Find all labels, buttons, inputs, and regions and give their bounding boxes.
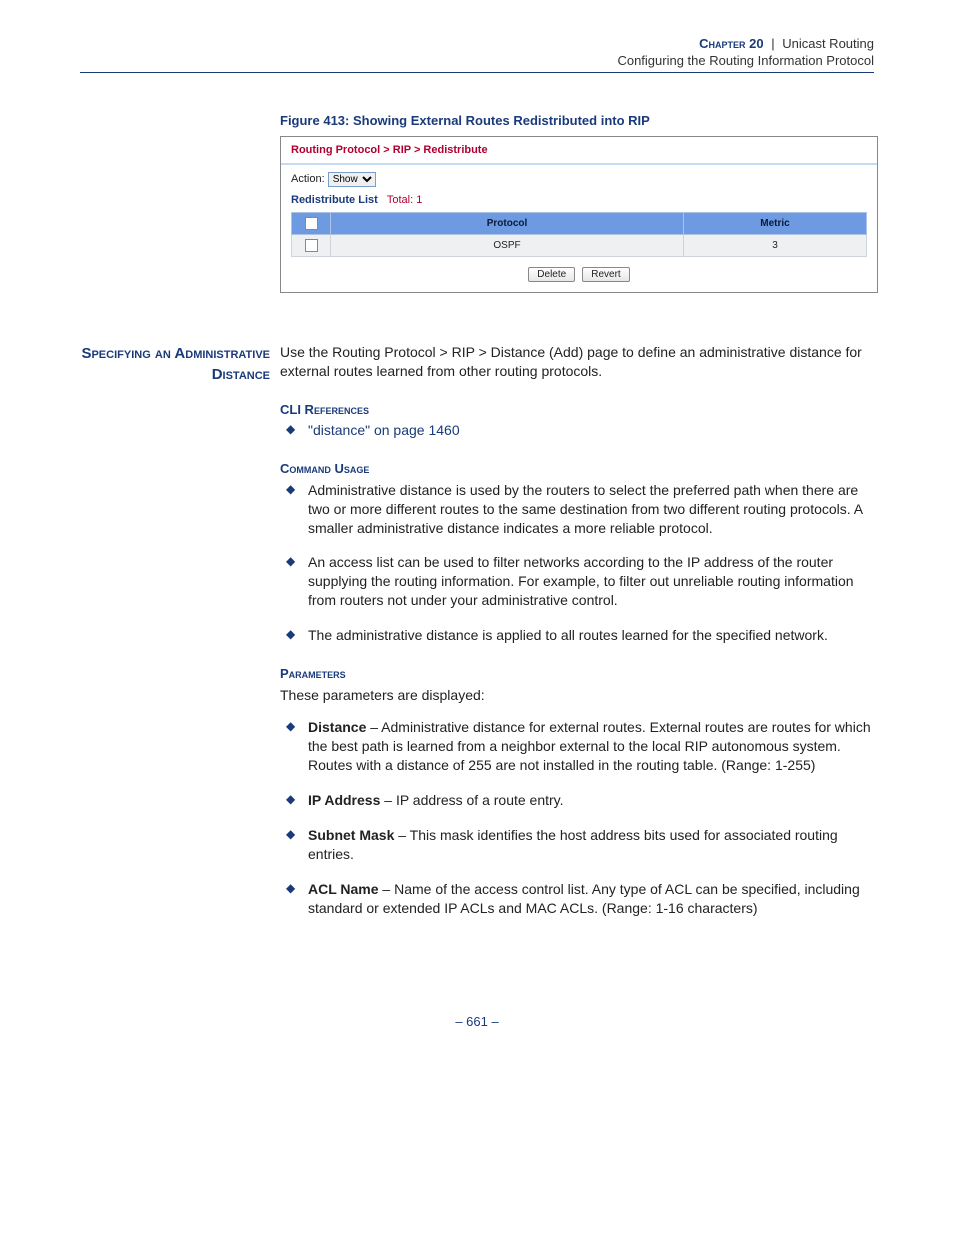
list-item: Administrative distance is used by the r… xyxy=(280,481,874,538)
intro-paragraph: Use the Routing Protocol > RIP > Distanc… xyxy=(280,343,874,381)
param-name: IP Address xyxy=(308,792,380,808)
figure-block: Figure 413: Showing External Routes Redi… xyxy=(280,113,874,293)
page: Chapter 20 | Unicast Routing Configuring… xyxy=(0,0,954,1089)
table-buttons: Delete Revert xyxy=(281,267,877,292)
table-wrap: Protocol Metric OSPF 3 xyxy=(281,212,877,267)
chapter-label: Chapter 20 xyxy=(699,36,763,51)
list-item: IP Address – IP address of a route entry… xyxy=(280,791,874,810)
param-desc: – Administrative distance for external r… xyxy=(308,719,871,773)
embedded-ui-screenshot: Routing Protocol > RIP > Redistribute Ac… xyxy=(280,136,878,293)
list-heading-row: Redistribute List Total: 1 xyxy=(281,194,877,212)
revert-button[interactable]: Revert xyxy=(582,267,629,282)
cli-references-list: "distance" on page 1460 xyxy=(280,421,874,440)
action-select[interactable]: Show xyxy=(328,172,376,187)
page-number: – 661 – xyxy=(80,1014,874,1029)
header-checkbox-cell xyxy=(292,213,331,235)
row-checkbox-cell xyxy=(292,235,331,257)
list-item: Distance – Administrative distance for e… xyxy=(280,718,874,775)
cli-references-heading: CLI References xyxy=(280,401,874,419)
list-item: An access list can be used to filter net… xyxy=(280,553,874,610)
parameters-list: Distance – Administrative distance for e… xyxy=(280,718,874,917)
chapter-separator: | xyxy=(771,36,774,51)
section: Specifying an Administrative Distance Us… xyxy=(80,343,874,934)
col-protocol: Protocol xyxy=(331,213,684,235)
cell-protocol: OSPF xyxy=(331,235,684,257)
command-usage-list: Administrative distance is used by the r… xyxy=(280,481,874,645)
command-usage-heading: Command Usage xyxy=(280,460,874,478)
parameters-intro: These parameters are displayed: xyxy=(280,686,874,705)
col-metric: Metric xyxy=(684,213,867,235)
select-all-checkbox[interactable] xyxy=(305,217,318,230)
param-desc: – IP address of a route entry. xyxy=(380,792,563,808)
list-item: ACL Name – Name of the access control li… xyxy=(280,880,874,918)
list-item: Subnet Mask – This mask identifies the h… xyxy=(280,826,874,864)
list-heading: Redistribute List xyxy=(291,194,378,206)
action-row: Action: Show xyxy=(281,165,877,194)
page-header: Chapter 20 | Unicast Routing Configuring… xyxy=(80,36,874,73)
cell-metric: 3 xyxy=(684,235,867,257)
side-heading: Specifying an Administrative Distance xyxy=(80,343,280,934)
parameters-heading: Parameters xyxy=(280,665,874,683)
chapter-title: Unicast Routing xyxy=(782,36,874,51)
delete-button[interactable]: Delete xyxy=(528,267,575,282)
param-name: ACL Name xyxy=(308,881,379,897)
redistribute-table: Protocol Metric OSPF 3 xyxy=(291,212,867,257)
param-desc: – Name of the access control list. Any t… xyxy=(308,881,860,916)
param-name: Subnet Mask xyxy=(308,827,394,843)
chapter-subtitle: Configuring the Routing Information Prot… xyxy=(80,53,874,68)
list-item: The administrative distance is applied t… xyxy=(280,626,874,645)
cli-link[interactable]: "distance" on page 1460 xyxy=(308,422,460,438)
action-label: Action: xyxy=(291,173,325,185)
row-checkbox[interactable] xyxy=(305,239,318,252)
breadcrumb: Routing Protocol > RIP > Redistribute xyxy=(281,137,877,165)
list-item: "distance" on page 1460 xyxy=(280,421,874,440)
param-name: Distance xyxy=(308,719,366,735)
figure-caption: Figure 413: Showing External Routes Redi… xyxy=(280,113,874,128)
section-body: Use the Routing Protocol > RIP > Distanc… xyxy=(280,343,874,934)
table-row: OSPF 3 xyxy=(292,235,867,257)
list-total: Total: 1 xyxy=(387,194,422,206)
